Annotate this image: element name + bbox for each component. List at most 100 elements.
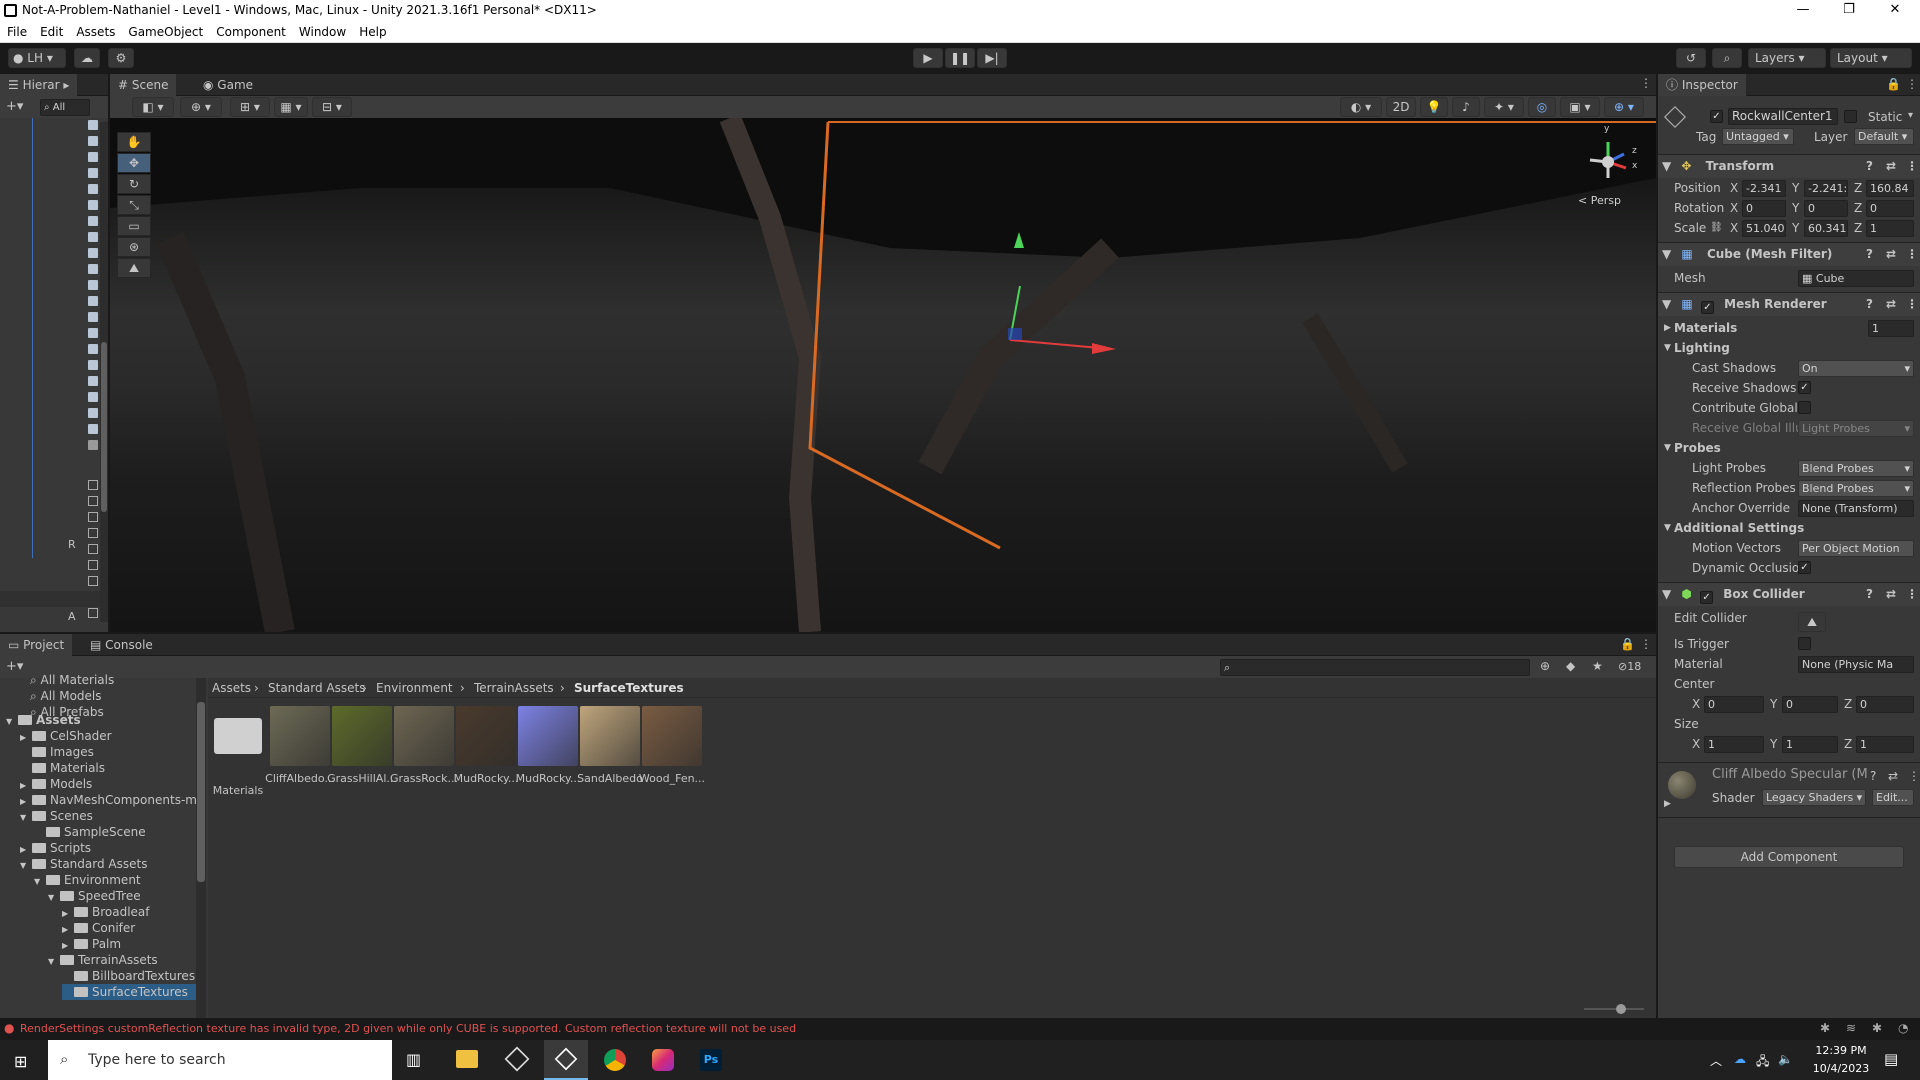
rect-tool-icon[interactable]: ▭ bbox=[117, 216, 151, 236]
position-z-field[interactable]: 160.84 bbox=[1866, 180, 1914, 197]
center-x-field[interactable]: 0 bbox=[1704, 696, 1764, 713]
inspector-more-icon[interactable]: ⋮ bbox=[1906, 77, 1918, 91]
foldout-arrow-icon[interactable]: ▼ bbox=[1662, 587, 1671, 601]
hierarchy-selected-row[interactable] bbox=[0, 591, 100, 607]
tag-dropdown[interactable]: Untagged ▾ bbox=[1722, 128, 1794, 145]
motion-vectors-dropdown[interactable]: Per Object Motion bbox=[1798, 540, 1914, 557]
foldout-arrow-icon[interactable]: ▼ bbox=[48, 954, 60, 970]
gameobject-icon[interactable] bbox=[88, 328, 98, 338]
prefab-icon[interactable] bbox=[88, 496, 98, 506]
foldout-arrow-icon[interactable]: ▼ bbox=[1664, 518, 1671, 538]
foldout-arrow-icon[interactable]: ▶ bbox=[1664, 318, 1671, 338]
gameobject-icon[interactable] bbox=[88, 264, 98, 274]
component-menu-icon[interactable]: ⋮ bbox=[1906, 243, 1918, 265]
size-x-field[interactable]: 1 bbox=[1704, 736, 1764, 753]
menu-gameobject[interactable]: GameObject bbox=[121, 22, 209, 39]
onedrive-icon[interactable]: ☁ bbox=[1734, 1052, 1746, 1066]
static-dropdown-icon[interactable]: ▾ bbox=[1908, 110, 1913, 121]
gameobject-icon[interactable] bbox=[88, 184, 98, 194]
progress-icon[interactable]: ◔ bbox=[1898, 1021, 1908, 1035]
is-trigger-checkbox[interactable] bbox=[1798, 637, 1811, 650]
gameobject-icon[interactable] bbox=[88, 136, 98, 146]
menu-edit[interactable]: Edit bbox=[33, 22, 69, 39]
gameobject-icon[interactable] bbox=[88, 392, 98, 402]
gameobject-icon[interactable] bbox=[88, 408, 98, 418]
show-hidden-icons-icon[interactable]: ︿ bbox=[1710, 1052, 1722, 1069]
grid-snap-button[interactable]: ⊞ ▾ bbox=[230, 97, 270, 117]
tree-item[interactable]: Materials bbox=[20, 760, 105, 776]
active-checkbox[interactable]: ✓ bbox=[1710, 110, 1723, 123]
mesh-renderer-header[interactable]: ▼ ▦ ✓ Mesh Renderer ? ⇄ ⋮ bbox=[1658, 292, 1920, 316]
unity-editor-taskbar-item[interactable] bbox=[544, 1040, 588, 1080]
center-y-field[interactable]: 0 bbox=[1782, 696, 1838, 713]
projection-label[interactable]: < Persp bbox=[1578, 194, 1621, 207]
draw-mode-dropdown[interactable]: ◧ ▾ bbox=[132, 97, 174, 117]
hierarchy-scrollbar[interactable] bbox=[100, 122, 108, 622]
foldout-arrow-icon[interactable]: ▼ bbox=[1664, 338, 1671, 358]
network-icon[interactable]: 🖧 bbox=[1756, 1052, 1769, 1073]
menu-window[interactable]: Window bbox=[292, 22, 352, 39]
hierarchy-row-a[interactable]: A bbox=[68, 610, 76, 623]
anchor-override-field[interactable]: None (Transform) bbox=[1798, 500, 1914, 517]
unity-hub-icon[interactable] bbox=[504, 1046, 530, 1072]
filter-label-icon[interactable]: ◆ bbox=[1566, 659, 1575, 673]
foldout-arrow-icon[interactable]: ▼ bbox=[20, 810, 32, 826]
menu-component[interactable]: Component bbox=[209, 22, 292, 39]
foldout-arrow-icon[interactable]: ▼ bbox=[6, 714, 18, 730]
foldout-arrow-icon[interactable]: ▼ bbox=[34, 874, 46, 890]
additional-settings-section[interactable]: ▼ Additional Settings bbox=[1658, 518, 1920, 538]
tab-game[interactable]: ◉ Game bbox=[195, 74, 261, 96]
foldout-arrow-icon[interactable]: ▼ bbox=[48, 890, 60, 906]
hidden-packages-count[interactable]: ⊘18 bbox=[1618, 660, 1641, 673]
prefab-icon[interactable] bbox=[88, 512, 98, 522]
search-icon[interactable]: ⌕ bbox=[1712, 48, 1742, 68]
component-menu-icon[interactable]: ⋮ bbox=[1906, 293, 1918, 315]
help-icon[interactable]: ? bbox=[1866, 293, 1873, 315]
foldout-arrow-icon[interactable]: ▼ bbox=[1664, 438, 1671, 458]
rotate-tool-icon[interactable]: ↻ bbox=[117, 174, 151, 194]
instagram-icon[interactable] bbox=[652, 1049, 674, 1071]
rotation-x-field[interactable]: 0 bbox=[1742, 200, 1786, 217]
gameobject-icon[interactable] bbox=[88, 152, 98, 162]
receive-shadows-checkbox[interactable]: ✓ bbox=[1798, 381, 1811, 394]
gameobject-icon[interactable] bbox=[88, 344, 98, 354]
audio-toggle-icon[interactable]: ♪ bbox=[1452, 97, 1480, 117]
rotation-z-field[interactable]: 0 bbox=[1866, 200, 1914, 217]
shader-dropdown[interactable]: Legacy Shaders ▾ bbox=[1762, 789, 1866, 806]
status-message[interactable]: RenderSettings customReflection texture … bbox=[20, 1022, 796, 1035]
transform-tool-icon[interactable]: ⊛ bbox=[117, 237, 151, 257]
preset-icon[interactable]: ⇄ bbox=[1886, 243, 1896, 265]
help-icon[interactable]: ? bbox=[1870, 769, 1876, 783]
prefab-icon[interactable] bbox=[88, 544, 98, 554]
rotation-y-field[interactable]: 0 bbox=[1804, 200, 1848, 217]
file-explorer-icon[interactable] bbox=[456, 1050, 478, 1068]
materials-row[interactable]: ▶ Materials 1 bbox=[1658, 318, 1920, 338]
size-z-field[interactable]: 1 bbox=[1856, 736, 1914, 753]
box-collider-enabled-checkbox[interactable]: ✓ bbox=[1700, 591, 1714, 604]
probes-section[interactable]: ▼ Probes bbox=[1658, 438, 1920, 458]
taskbar-search[interactable]: ⌕ Type here to search bbox=[48, 1040, 392, 1080]
preset-icon[interactable]: ⇄ bbox=[1886, 293, 1896, 315]
help-icon[interactable]: ? bbox=[1866, 583, 1873, 605]
gameobject-icon[interactable] bbox=[88, 120, 98, 130]
maximize-button[interactable]: ❐ bbox=[1826, 0, 1872, 22]
shading-mode-dropdown[interactable]: ◐ ▾ bbox=[1340, 97, 1382, 117]
scale-tool-icon[interactable]: ⤡ bbox=[117, 195, 151, 215]
transform-header[interactable]: ▼ ✥ Transform ? ⇄ ⋮ bbox=[1658, 154, 1920, 178]
orientation-gizmo[interactable]: y x z bbox=[1570, 124, 1646, 188]
tab-project[interactable]: ▭ Project bbox=[0, 634, 73, 656]
menu-help[interactable]: Help bbox=[352, 22, 392, 39]
zoom-slider[interactable] bbox=[1584, 1004, 1644, 1014]
collab-icon[interactable]: ⚙ bbox=[108, 48, 134, 68]
hierarchy-scroll-thumb[interactable] bbox=[101, 342, 107, 512]
scene-viewport[interactable]: ✋ ✥ ↻ ⤡ ▭ ⊛ ⛰ y x z < Persp bbox=[110, 118, 1656, 632]
preset-icon[interactable]: ⇄ bbox=[1886, 583, 1896, 605]
gameobject-icon[interactable] bbox=[88, 248, 98, 258]
camera-dropdown[interactable]: ▣ ▾ bbox=[1560, 97, 1600, 117]
gameobject-icon[interactable] bbox=[88, 296, 98, 306]
step-button[interactable]: ▶| bbox=[977, 48, 1007, 68]
layers-dropdown[interactable]: Layers ▾ bbox=[1748, 48, 1826, 68]
gameobject-icon[interactable] bbox=[88, 360, 98, 370]
windows-start-icon[interactable]: ⊞ bbox=[14, 1052, 27, 1071]
minimize-button[interactable]: — bbox=[1780, 0, 1826, 22]
